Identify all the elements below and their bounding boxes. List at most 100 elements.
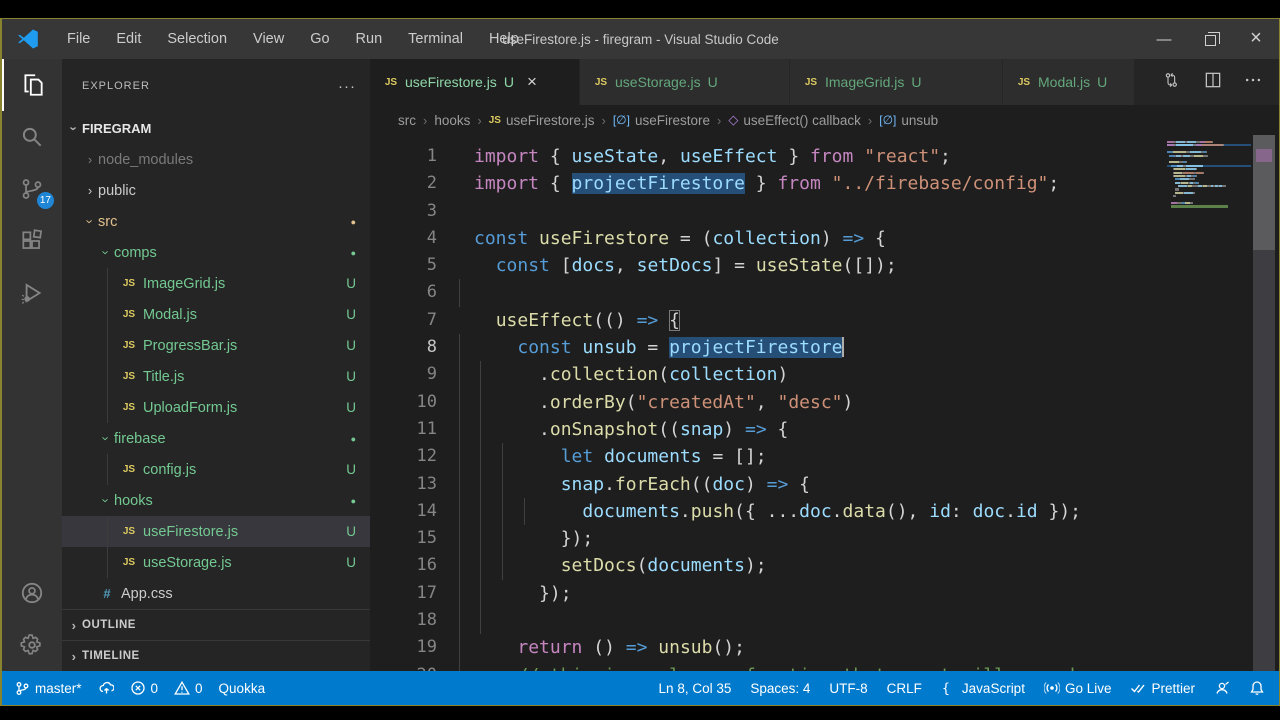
menu-selection[interactable]: Selection: [154, 19, 240, 59]
split-editor-icon[interactable]: [1203, 70, 1223, 95]
tree-folder-comps[interactable]: ›comps●: [62, 237, 370, 268]
code-line[interactable]: 9 .collection(collection): [370, 361, 1279, 388]
breadcrumb-item[interactable]: ◇useEffect() callback: [728, 112, 861, 128]
tree-folder-hooks[interactable]: ›hooks●: [62, 485, 370, 516]
tree-folder-public[interactable]: ›public: [62, 175, 370, 206]
code-line[interactable]: 10 .orderBy("createdAt", "desc"): [370, 389, 1279, 416]
status-feedback[interactable]: [1214, 680, 1230, 696]
code-token: .: [832, 501, 843, 522]
code-line[interactable]: 8 const unsub = projectFirestore: [370, 334, 1279, 361]
status-utf-8[interactable]: UTF-8: [829, 681, 867, 696]
code-token: (): [582, 637, 625, 658]
status-cloud-upload[interactable]: [98, 680, 114, 696]
code-token: useState: [756, 255, 843, 276]
status-javascript[interactable]: { }JavaScript: [941, 680, 1025, 696]
tab-modal-js[interactable]: JSModal.jsU: [1003, 59, 1135, 105]
code-line[interactable]: 19 return () => unsub();: [370, 634, 1279, 661]
tree-folder-firebase[interactable]: ›firebase●: [62, 423, 370, 454]
status-crlf[interactable]: CRLF: [887, 681, 922, 696]
code-token: ((: [691, 474, 713, 495]
js-file-icon: JS: [120, 526, 138, 537]
account-icon[interactable]: [2, 567, 62, 619]
code-line[interactable]: 1import { useState, useEffect } from "re…: [370, 143, 1279, 170]
tab-imagegrid-js[interactable]: JSImageGrid.jsU: [790, 59, 1003, 105]
code-line[interactable]: 14 documents.push({ ...doc.data(), id: d…: [370, 498, 1279, 525]
status-bell[interactable]: [1249, 680, 1265, 696]
menu-go[interactable]: Go: [297, 19, 342, 59]
status-0[interactable]: 0: [174, 680, 203, 696]
code-line[interactable]: 12 let documents = [];: [370, 443, 1279, 470]
breadcrumb-item[interactable]: [∅]useFirestore: [613, 113, 710, 128]
code-line[interactable]: 16 setDocs(documents);: [370, 552, 1279, 579]
tree-root-firegram[interactable]: › FIREGRAM: [62, 113, 370, 144]
tree-file-modal-js[interactable]: JSModal.jsU: [62, 299, 370, 330]
status-spaces-4[interactable]: Spaces: 4: [750, 681, 810, 696]
tree-file-app-css[interactable]: #App.css: [62, 578, 370, 609]
tree-file-title-js[interactable]: JSTitle.jsU: [62, 361, 370, 392]
code-line[interactable]: 17 });: [370, 580, 1279, 607]
code-line[interactable]: 5 const [docs, setDocs] = useState([]);: [370, 252, 1279, 279]
vertical-scrollbar[interactable]: [1253, 135, 1275, 671]
code-line[interactable]: 11 .onSnapshot((snap) => {: [370, 416, 1279, 443]
tree-file-usestorage-js[interactable]: JSuseStorage.jsU: [62, 547, 370, 578]
breadcrumb-item[interactable]: JSuseFirestore.js: [489, 113, 595, 128]
tree-file-progressbar-js[interactable]: JSProgressBar.jsU: [62, 330, 370, 361]
status-quokka[interactable]: Quokka: [219, 681, 266, 696]
code-line[interactable]: 3: [370, 198, 1279, 225]
indent-guide: [459, 634, 460, 661]
breadcrumb-item[interactable]: src: [398, 113, 416, 128]
code-token: const: [474, 228, 539, 249]
tree-file-usefirestore-js[interactable]: JSuseFirestore.jsU: [62, 516, 370, 547]
breadcrumb-item[interactable]: hooks: [434, 113, 470, 128]
code-line[interactable]: 4const useFirestore = (collection) => {: [370, 225, 1279, 252]
status-0[interactable]: 0: [130, 680, 159, 696]
tab-usestorage-js[interactable]: JSuseStorage.jsU: [580, 59, 790, 105]
css-file-icon: #: [98, 586, 116, 601]
section-outline[interactable]: ›OUTLINE: [62, 609, 370, 640]
code-token: push: [691, 501, 734, 522]
status-ln-8-col-35[interactable]: Ln 8, Col 35: [659, 681, 732, 696]
status-master-[interactable]: master*: [14, 680, 82, 696]
source-control-icon[interactable]: 17: [2, 163, 62, 215]
code-line[interactable]: 13 snap.forEach((doc) => {: [370, 471, 1279, 498]
more-actions-icon[interactable]: [1243, 70, 1263, 95]
code-line[interactable]: 18: [370, 607, 1279, 634]
tree-folder-node-modules[interactable]: ›node_modules: [62, 144, 370, 175]
explorer-more-actions-icon[interactable]: ···: [338, 78, 356, 95]
status-go-live[interactable]: Go Live: [1044, 680, 1112, 696]
tree-file-uploadform-js[interactable]: JSUploadForm.jsU: [62, 392, 370, 423]
tree-folder-src[interactable]: ›src●: [62, 206, 370, 237]
extensions-icon[interactable]: [2, 215, 62, 267]
restore-button[interactable]: [1187, 19, 1233, 59]
tab-close-icon[interactable]: ×: [522, 72, 542, 92]
menu-view[interactable]: View: [240, 19, 297, 59]
close-button[interactable]: ×: [1233, 19, 1279, 59]
menu-terminal[interactable]: Terminal: [395, 19, 476, 59]
code-line[interactable]: 7 useEffect(() => {: [370, 307, 1279, 334]
tree-file-imagegrid-js[interactable]: JSImageGrid.jsU: [62, 268, 370, 299]
code-line[interactable]: 2import { projectFirestore } from "../fi…: [370, 170, 1279, 197]
code-line[interactable]: 15 });: [370, 525, 1279, 552]
code-line[interactable]: 6: [370, 279, 1279, 306]
tab-dirty-indicator: U: [911, 74, 921, 90]
code-editor[interactable]: 1import { useState, useEffect } from "re…: [370, 135, 1279, 671]
code-line[interactable]: 20 // this is a cleanup function that re…: [370, 662, 1279, 671]
menu-run[interactable]: Run: [343, 19, 396, 59]
breadcrumb-item[interactable]: [∅]unsub: [879, 113, 938, 128]
breadcrumb-separator: ›: [715, 113, 723, 128]
open-changes-icon[interactable]: [1163, 70, 1183, 95]
run-debug-icon[interactable]: [2, 267, 62, 319]
minimize-button[interactable]: —: [1141, 19, 1187, 59]
indent-guide: [107, 330, 108, 361]
minimap[interactable]: [1167, 141, 1251, 209]
menu-file[interactable]: File: [54, 19, 103, 59]
menu-edit[interactable]: Edit: [103, 19, 154, 59]
search-icon[interactable]: [2, 111, 62, 163]
settings-icon[interactable]: [2, 619, 62, 671]
line-content: .collection(collection): [437, 361, 788, 388]
section-timeline[interactable]: ›TIMELINE: [62, 640, 370, 671]
tab-usefirestore-js[interactable]: JSuseFirestore.jsU×: [370, 59, 580, 105]
tree-file-config-js[interactable]: JSconfig.jsU: [62, 454, 370, 485]
status-prettier[interactable]: Prettier: [1130, 680, 1195, 696]
explorer-icon[interactable]: [2, 59, 62, 111]
